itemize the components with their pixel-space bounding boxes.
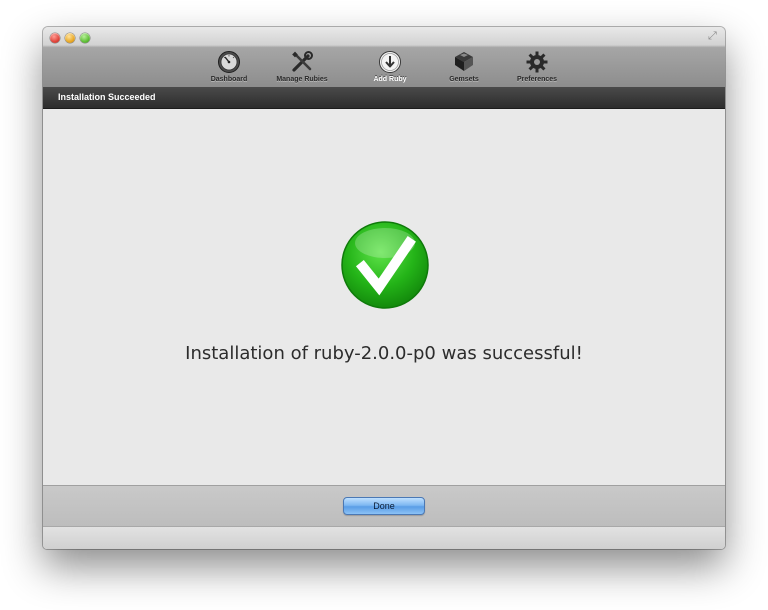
toolbar-gemsets-label: Gemsets — [449, 76, 479, 83]
close-window-button[interactable] — [50, 33, 60, 43]
success-message: Installation of ruby-2.0.0-p0 was succes… — [185, 343, 583, 364]
minimize-window-button[interactable] — [65, 33, 75, 43]
status-title: Installation Succeeded — [58, 92, 156, 102]
toolbar-dashboard-label: Dashboard — [210, 76, 248, 83]
toolbar-add-ruby-label: Add Ruby — [373, 76, 407, 83]
gear-icon — [526, 51, 548, 73]
button-bar: Done — [43, 485, 725, 526]
done-button[interactable]: Done — [343, 497, 425, 515]
checkmark-icon — [339, 219, 431, 311]
app-window: ⤢ Dashboard Manage Rubies Add Ruby Gemse… — [43, 27, 725, 549]
main-content: Installation of ruby-2.0.0-p0 was succes… — [43, 109, 725, 485]
gemset-icon — [455, 52, 473, 71]
toolbar-preferences[interactable]: Preferences — [500, 50, 574, 86]
toolbar-manage-rubies-label: Manage Rubies — [276, 76, 328, 83]
tools-icon — [292, 51, 313, 72]
window-footer — [43, 526, 725, 549]
toolbar-gemsets[interactable]: Gemsets — [427, 50, 501, 86]
toolbar: ⤢ Dashboard Manage Rubies Add Ruby Gemse… — [43, 27, 725, 88]
status-bar: Installation Succeeded — [43, 87, 725, 109]
dashboard-gauge-icon — [218, 51, 240, 73]
zoom-window-button[interactable] — [80, 33, 90, 43]
toolbar-dashboard[interactable]: Dashboard — [192, 50, 266, 86]
toolbar-manage-rubies[interactable]: Manage Rubies — [265, 50, 339, 86]
download-arrow-icon — [379, 51, 401, 73]
toolbar-add-ruby[interactable]: Add Ruby — [353, 50, 427, 86]
fullscreen-icon[interactable]: ⤢ — [708, 30, 720, 42]
toolbar-preferences-label: Preferences — [516, 76, 558, 83]
